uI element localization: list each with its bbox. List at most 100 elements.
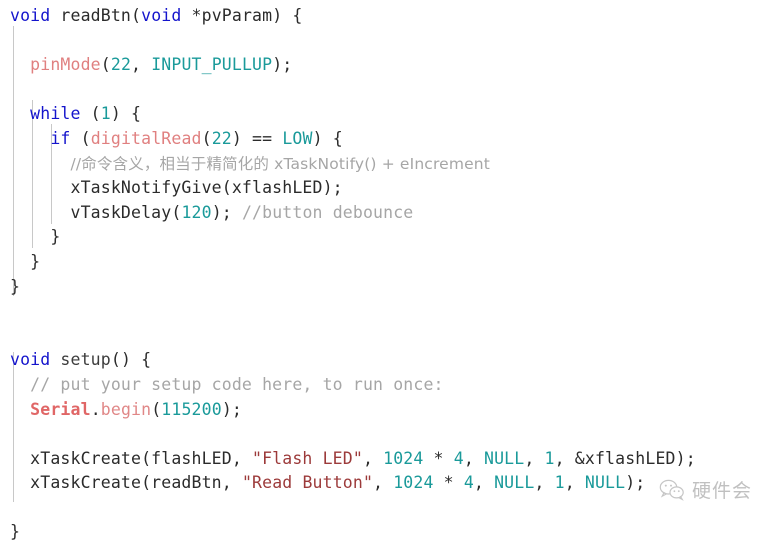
- code-line: // put your setup code here, to run once…: [0, 373, 768, 398]
- code-token-func: digitalRead: [90, 128, 202, 148]
- code-token-number: 120: [181, 202, 212, 222]
- code-line: xTaskCreate(readBtn, "Read Button", 1024…: [0, 471, 768, 496]
- code-token-method: begin: [100, 399, 152, 419]
- code-line: void setup() {: [0, 348, 768, 373]
- code-token-punct: }: [10, 276, 21, 296]
- code-token-number: 1: [544, 448, 555, 468]
- code-line: xTaskNotifyGive(xflashLED);: [0, 176, 768, 201]
- code-token-number: 115200: [161, 399, 222, 419]
- code-token-const: NULL: [484, 448, 525, 468]
- code-token-fname: setup: [50, 350, 111, 370]
- code-token-comment: // put your setup code here, to run once…: [30, 374, 444, 394]
- wechat-logo: [659, 479, 685, 501]
- code-token-number: 1024: [393, 473, 434, 493]
- code-token-number: 22: [211, 128, 232, 148]
- code-line: }: [0, 520, 768, 545]
- code-line: void readBtn(void *pvParam) {: [0, 4, 768, 29]
- code-line: }: [0, 275, 768, 300]
- code-token-punct: }: [10, 522, 21, 542]
- code-line: //命令含义，相当于精简化的 xTaskNotify() + eIncremen…: [0, 152, 768, 177]
- code-token-punct: ) {: [110, 104, 142, 124]
- code-token-punct: [10, 55, 30, 74]
- code-token-ident: xTaskNotifyGive(xflashLED);: [10, 178, 343, 198]
- code-token-punct: ,: [131, 55, 152, 75]
- code-token-punct: ,: [473, 473, 495, 493]
- code-line: Serial.begin(115200);: [0, 398, 768, 423]
- code-token-punct: () {: [110, 350, 152, 370]
- code-token-punct: );: [625, 473, 646, 493]
- code-token-punct: );: [221, 399, 242, 419]
- code-token-punct: ) {: [312, 128, 343, 148]
- code-token-punct: ,: [524, 448, 545, 468]
- code-token-ident: xTaskCreate(flashLED,: [10, 448, 253, 468]
- code-token-punct: }: [10, 251, 41, 271]
- code-token-string: "Read Button": [241, 473, 374, 493]
- code-token-keyword: if: [50, 128, 71, 148]
- code-token-punct: (: [80, 104, 101, 124]
- code-token-ident: readBtn: [50, 6, 132, 25]
- code-screenshot-surface: void readBtn(void *pvParam) { pinMode(22…: [0, 0, 768, 541]
- code-token-number: 4: [453, 448, 464, 468]
- code-token-number: 1: [554, 473, 565, 493]
- code-token-number: 4: [463, 473, 474, 493]
- code-line: }: [0, 225, 768, 250]
- code-token-keyword: void: [10, 6, 51, 25]
- code-line: pinMode(22, INPUT_PULLUP);: [0, 53, 768, 78]
- code-token-object: Serial: [30, 399, 91, 419]
- code-token-const: NULL: [584, 473, 626, 493]
- code-line: }: [0, 250, 768, 275]
- code-token-punct: (: [131, 6, 142, 25]
- code-token-punct: );: [272, 55, 293, 75]
- code-line: vTaskDelay(120); //button debounce: [0, 201, 768, 226]
- code-token-punct: .: [90, 399, 101, 419]
- code-token-punct: [10, 154, 71, 173]
- code-token-punct: ,: [463, 448, 484, 468]
- code-token-punct: *: [433, 473, 464, 493]
- code-token-punct: *pvParam) {: [181, 6, 303, 25]
- code-token-ident: xTaskCreate(readBtn,: [10, 473, 242, 493]
- code-token-punct: (: [151, 399, 162, 419]
- code-token-comment: //button debounce: [241, 202, 414, 222]
- code-token-punct: [10, 375, 30, 394]
- code-token-punct: );: [211, 202, 242, 222]
- code-token-const: INPUT_PULLUP: [151, 55, 273, 75]
- code-token-punct: (: [70, 128, 91, 148]
- code-line: while (1) {: [0, 102, 768, 127]
- code-token-punct: [10, 400, 30, 419]
- code-token-const: NULL: [494, 473, 535, 493]
- code-line: if (digitalRead(22) == LOW) {: [0, 127, 768, 152]
- code-token-keyword: void: [141, 6, 182, 25]
- code-token-punct: ,: [362, 448, 384, 468]
- code-token-punct: [10, 104, 30, 123]
- watermark-text: 硬件会: [691, 480, 752, 502]
- code-token-func: pinMode: [30, 55, 101, 75]
- code-token-punct: [10, 129, 50, 148]
- code-token-punct: (: [100, 55, 111, 75]
- code-token-keyword: void: [10, 350, 51, 370]
- code-token-ident: vTaskDelay(: [10, 202, 182, 222]
- watermark: 硬件会: [659, 476, 752, 503]
- code-token-string: "Flash LED": [252, 448, 363, 468]
- code-token-number: 22: [110, 55, 132, 75]
- code-token-punct: *: [423, 448, 454, 468]
- code-token-ident: , &xflashLED);: [554, 448, 696, 468]
- code-token-punct: }: [10, 227, 61, 247]
- code-block: void readBtn(void *pvParam) { pinMode(22…: [0, 0, 768, 545]
- code-token-punct: ) ==: [231, 128, 283, 148]
- code-token-number: 1: [100, 104, 111, 124]
- code-token-punct: (: [201, 128, 212, 148]
- code-token-keyword: while: [30, 104, 81, 124]
- code-token-number: 1024: [383, 448, 424, 468]
- code-token-punct: ,: [564, 473, 585, 493]
- code-token-punct: ,: [373, 473, 394, 493]
- code-line: xTaskCreate(flashLED, "Flash LED", 1024 …: [0, 447, 768, 472]
- code-token-const: LOW: [282, 128, 313, 148]
- code-token-punct: ,: [534, 473, 555, 493]
- code-token-comment: //命令含义，相当于精简化的 xTaskNotify() + eIncremen…: [70, 154, 490, 173]
